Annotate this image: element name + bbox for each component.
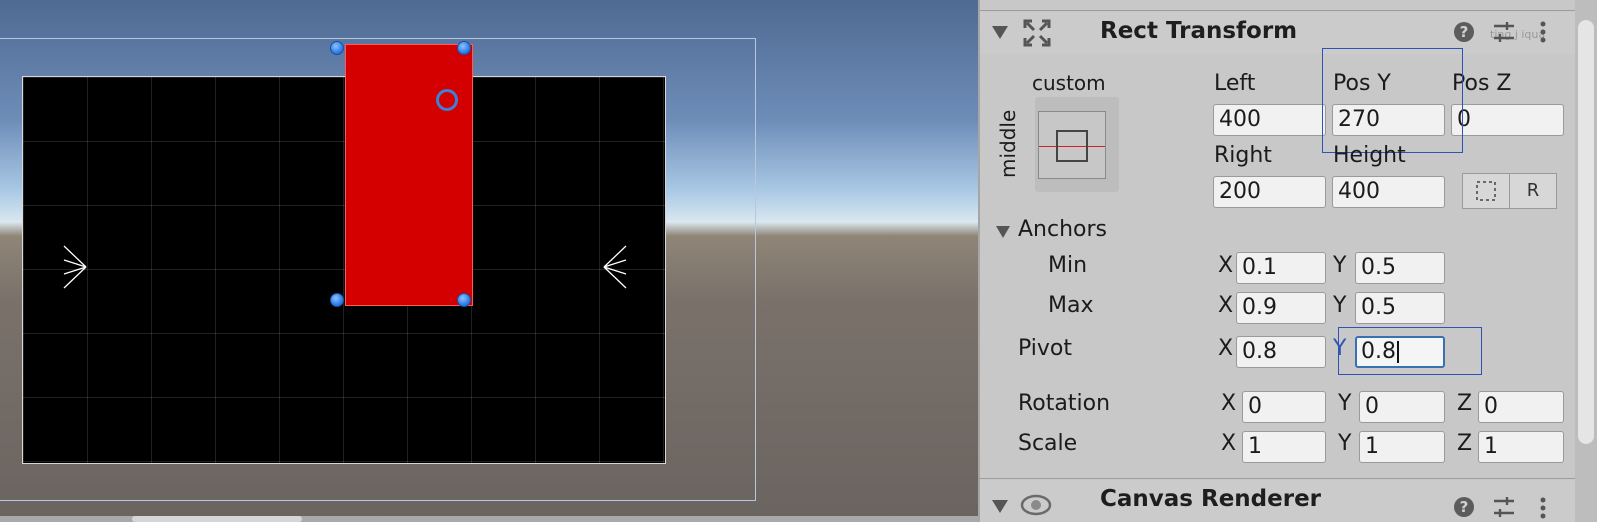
canvas-renderer-help-icon[interactable]: ? [1454, 497, 1474, 517]
rect-handle-top-right[interactable] [457, 41, 471, 55]
right-field[interactable]: 200 [1213, 176, 1326, 208]
rect-transform-title: Rect Transform [1100, 18, 1298, 44]
scale-z-label[interactable]: Z [1457, 431, 1472, 456]
kebab-menu-icon[interactable] [1539, 20, 1547, 44]
rotation-label: Rotation [1018, 391, 1111, 416]
anchors-max-label: Max [1048, 293, 1094, 318]
scale-y-field[interactable]: 1 [1359, 431, 1445, 463]
anchors-min-x-field[interactable]: 0.1 [1236, 252, 1326, 284]
rotation-z-label[interactable]: Z [1457, 391, 1472, 416]
anchor-min-marker-icon[interactable] [60, 244, 90, 290]
scale-x-field[interactable]: 1 [1242, 431, 1326, 463]
height-field[interactable]: 400 [1332, 176, 1445, 208]
anchor-preset-square [1056, 130, 1088, 162]
canvas-renderer-foldout-icon[interactable] [992, 500, 1008, 513]
canvas-renderer-settings-icon[interactable] [1492, 496, 1516, 518]
scale-x-label[interactable]: X [1221, 431, 1236, 456]
rotation-x-field[interactable]: 0 [1242, 391, 1326, 423]
eye-icon [1020, 494, 1052, 516]
anchors-min-label: Min [1048, 253, 1088, 278]
anchors-min-y-label[interactable]: Y [1333, 253, 1346, 278]
rotation-x-label[interactable]: X [1221, 391, 1236, 416]
scale-y-label[interactable]: Y [1338, 431, 1351, 456]
anchors-max-y-field[interactable]: 0.5 [1355, 292, 1445, 324]
pos-y-highlight-box [1322, 48, 1463, 153]
rotation-z-field[interactable]: 0 [1478, 391, 1564, 423]
dotted-rect-icon [1476, 181, 1496, 201]
anchor-preset-label-middle: middle [996, 109, 1020, 178]
anchors-foldout-icon[interactable] [996, 226, 1010, 238]
rotation-y-label[interactable]: Y [1338, 391, 1351, 416]
selected-red-rect[interactable] [345, 44, 473, 306]
canvas-renderer-title: Canvas Renderer [1100, 486, 1322, 512]
scene-view[interactable] [0, 0, 978, 522]
pivot-x-label[interactable]: X [1218, 336, 1233, 361]
rect-transform-foldout-icon[interactable] [992, 26, 1008, 39]
raw-edit-mode-button[interactable]: R [1509, 173, 1557, 209]
left-label: Left [1214, 71, 1256, 96]
pivot-y-highlight-box [1338, 327, 1482, 375]
anchors-label[interactable]: Anchors [1018, 217, 1107, 242]
pivot-x-field[interactable]: 0.8 [1236, 336, 1326, 368]
anchor-preset-graphic [1038, 111, 1106, 179]
rect-handle-top-left[interactable] [330, 41, 344, 55]
canvas-renderer-kebab-icon[interactable] [1539, 496, 1547, 520]
top-divider [980, 10, 1597, 11]
component-divider [978, 478, 1575, 479]
anchor-preset-label-custom: custom [1032, 71, 1106, 95]
rect-transform-icon [1023, 19, 1051, 47]
scene-scroll-thumb[interactable] [132, 516, 302, 522]
right-label: Right [1214, 143, 1272, 168]
help-icon[interactable]: ? [1454, 22, 1474, 42]
scale-z-field[interactable]: 1 [1478, 431, 1564, 463]
height-label: Height [1333, 143, 1406, 168]
anchor-max-marker-icon[interactable] [600, 244, 630, 290]
blueprint-mode-button[interactable] [1462, 173, 1510, 209]
scale-label: Scale [1018, 431, 1078, 456]
pivot-handle[interactable] [436, 89, 458, 111]
game-view-area [22, 76, 666, 464]
left-field[interactable]: 400 [1213, 104, 1326, 136]
inspector-scroll-thumb[interactable] [1578, 20, 1594, 444]
anchors-max-y-label[interactable]: Y [1333, 293, 1346, 318]
rotation-y-field[interactable]: 0 [1359, 391, 1445, 423]
rect-handle-bottom-right[interactable] [457, 293, 471, 307]
rect-handle-bottom-left[interactable] [330, 293, 344, 307]
pos-z-field[interactable]: 0 [1451, 104, 1564, 136]
pivot-label: Pivot [1018, 336, 1073, 361]
anchors-max-x-label[interactable]: X [1218, 293, 1233, 318]
anchors-max-x-field[interactable]: 0.9 [1236, 292, 1326, 324]
anchors-min-x-label[interactable]: X [1218, 253, 1233, 278]
anchors-min-y-field[interactable]: 0.5 [1355, 252, 1445, 284]
preset-settings-icon[interactable] [1492, 21, 1516, 43]
